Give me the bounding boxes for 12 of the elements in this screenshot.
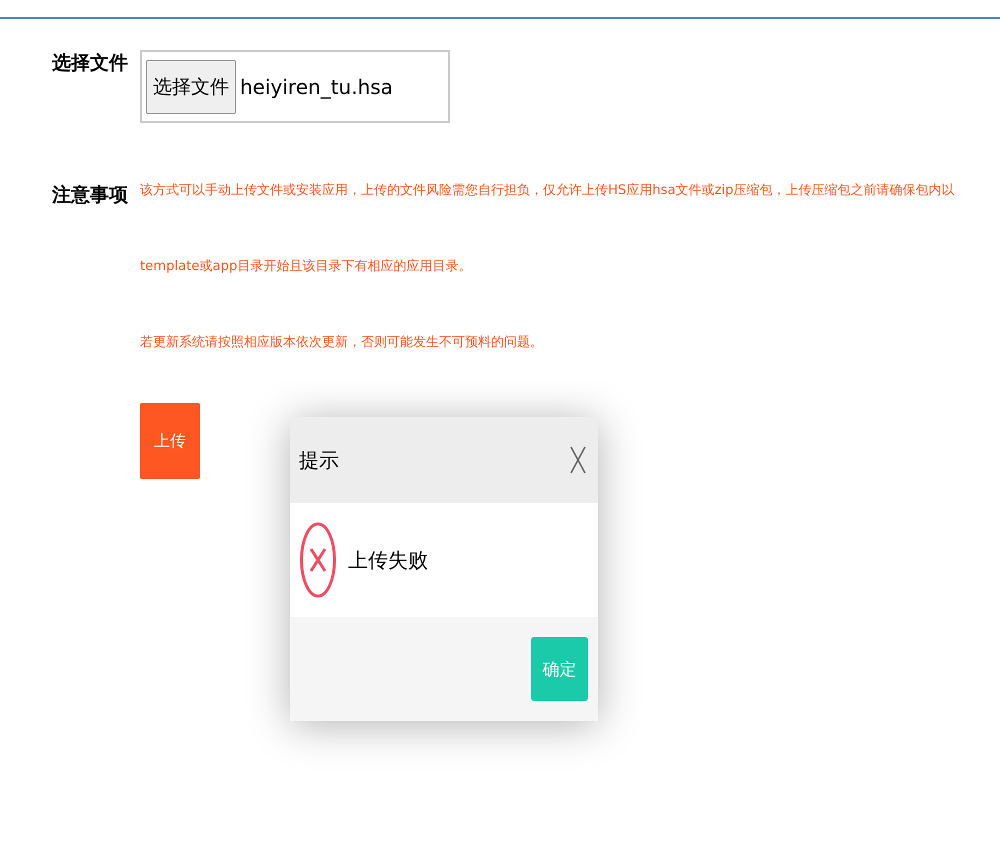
close-icon	[570, 446, 586, 474]
dialog-message: 上传失败	[348, 546, 428, 574]
notice-text: 若更新系统请按照相应版本依次更新，否则可能发生不可预料的问题。	[140, 334, 544, 352]
close-button[interactable]	[570, 446, 586, 474]
choose-file-button[interactable]: 选择文件	[146, 60, 236, 114]
notice-text: 该方式可以手动上传文件或安装应用，上传的文件风险需您自行担负，仅允许上传HS应用hsa文件或zip压缩包，上传压缩包之前请确保包内以template或app目录开始且该目录下有相应的应用目录。	[140, 182, 956, 276]
field-label: 选择文件	[52, 51, 129, 76]
file-name: heiyiren_tu.hsa	[240, 74, 393, 98]
error-icon	[300, 522, 336, 598]
file-input[interactable]: 选择文件 heiyiren_tu.hsa	[140, 50, 450, 123]
dialog-title: 提示	[299, 446, 339, 474]
field-label: 注意事项	[52, 183, 129, 208]
